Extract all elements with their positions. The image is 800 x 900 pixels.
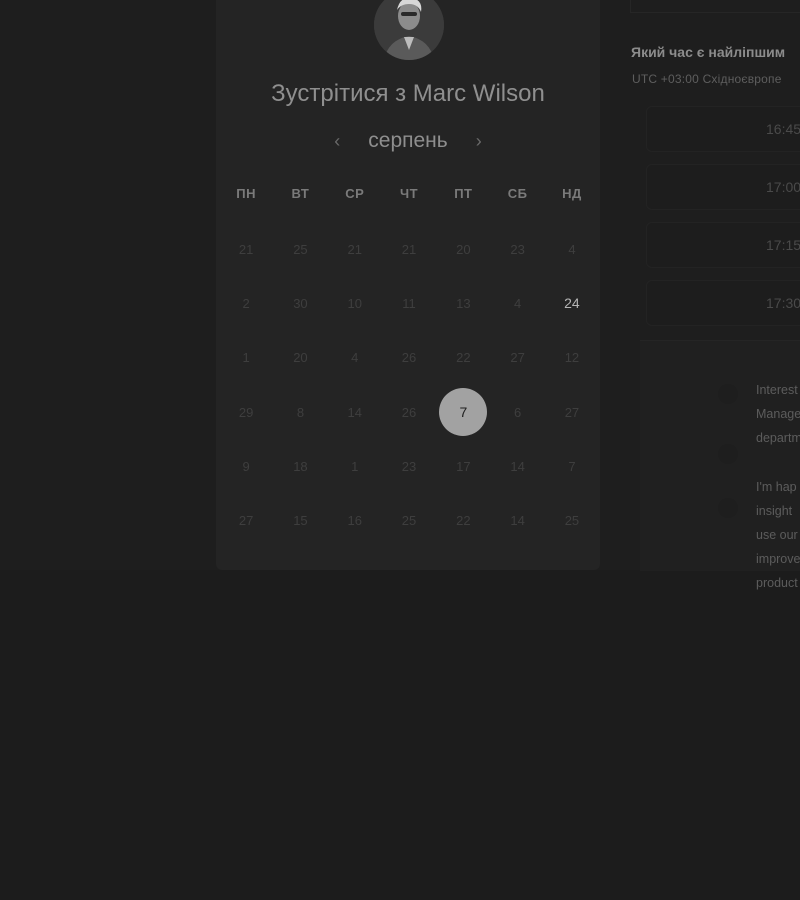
- message-icon: [718, 444, 738, 464]
- calendar-day: 27: [510, 350, 525, 366]
- chevron-left-icon[interactable]: ‹: [326, 130, 348, 152]
- calendar-day: 30: [293, 295, 308, 311]
- weekday-label: ПТ: [454, 186, 473, 201]
- weekday-header: ПН ВТ СР ЧТ ПТ СБ НД: [219, 186, 599, 201]
- calendar-day: 1: [351, 458, 359, 474]
- calendar-day: 1: [242, 350, 250, 366]
- calendar-day: 27: [238, 513, 254, 529]
- calendar-day: 29: [238, 404, 254, 420]
- month-navigation: ‹ серпень ›: [216, 126, 600, 156]
- calendar-day: 27: [564, 404, 580, 420]
- calendar-day: 25: [564, 513, 580, 529]
- scheduling-page: Зустрітися з Marc Wilson ‹ серпень › ПН …: [0, 0, 800, 900]
- message-icon: [718, 498, 738, 518]
- calendar-day: 4: [568, 241, 576, 257]
- chevron-right-icon[interactable]: ›: [468, 130, 490, 152]
- message-line: product: [756, 576, 798, 590]
- calendar-grid: 21 25 21 21 20 23 4 2 30 10 11 13 4 24 1 20 4 26 22 27 12 29 8…: [219, 222, 599, 548]
- time-question: Який час є найліпшим: [631, 44, 786, 60]
- calendar-day: 7: [568, 458, 576, 474]
- message-line: improve: [756, 552, 800, 566]
- calendar-day: 25: [401, 513, 417, 529]
- calendar-day: 8: [296, 404, 305, 420]
- calendar-day: 13: [456, 295, 471, 311]
- calendar-day: 10: [347, 295, 362, 311]
- calendar-day: 6: [514, 404, 522, 420]
- weekday-label: ЧТ: [400, 186, 419, 201]
- calendar-day[interactable]: 24: [545, 276, 599, 330]
- page-title: Зустрітися з Marc Wilson: [271, 80, 545, 107]
- weekday-label: СБ: [507, 186, 528, 201]
- calendar-day: 14: [510, 458, 525, 474]
- calendar-day: 15: [293, 513, 308, 529]
- message-line: I'm hap: [756, 480, 797, 494]
- message-line: insight: [756, 504, 793, 518]
- calendar-day: 26: [401, 350, 417, 366]
- message-line: departm: [756, 431, 800, 445]
- calendar-day: 22: [456, 513, 471, 529]
- calendar-day: 21: [401, 241, 417, 257]
- calendar-day: 4: [351, 350, 359, 366]
- calendar-day: 9: [242, 458, 250, 474]
- calendar-day: 4: [514, 295, 522, 311]
- calendar-day: 20: [456, 241, 471, 257]
- calendar-day[interactable]: 7: [436, 385, 490, 439]
- calendar-day: 22: [456, 350, 471, 366]
- weekday-label: ВТ: [291, 186, 310, 201]
- time-slot[interactable]: 17:00: [646, 164, 800, 210]
- calendar-day: 18: [293, 458, 308, 474]
- month-label: серпень: [368, 129, 448, 152]
- calendar-day: 16: [347, 513, 362, 529]
- calendar-day: 12: [564, 350, 580, 366]
- calendar-day: 20: [293, 350, 308, 366]
- calendar-day: 23: [401, 458, 417, 474]
- calendar-day: 2: [242, 295, 250, 311]
- message-line: use our: [756, 528, 798, 542]
- calendar-day: 14: [347, 404, 362, 420]
- calendar-day: 26: [401, 404, 417, 420]
- calendar-day: 17: [456, 458, 471, 474]
- calendar-day: 14: [510, 513, 525, 529]
- time-slot[interactable]: 17:30: [646, 280, 800, 326]
- calendar-day-label: 7: [459, 404, 468, 421]
- time-slot[interactable]: 17:15: [646, 222, 800, 268]
- message-icon: [718, 384, 738, 404]
- message-line: Manage: [756, 407, 800, 421]
- time-slot[interactable]: 16:45: [646, 106, 800, 152]
- weekday-label: НД: [562, 186, 582, 201]
- message-line: Interest: [756, 383, 798, 397]
- timezone-label[interactable]: UTC +03:00 Східноєвропе: [632, 72, 782, 86]
- weekday-label: СР: [345, 186, 365, 201]
- calendar-day: 25: [293, 241, 308, 257]
- calendar-day: 11: [402, 295, 416, 311]
- weekday-label: ПН: [236, 186, 257, 201]
- calendar-day: 21: [347, 241, 362, 257]
- calendar-day: 21: [238, 241, 254, 257]
- panel-divider: [630, 0, 800, 13]
- calendar-day: 23: [510, 241, 525, 257]
